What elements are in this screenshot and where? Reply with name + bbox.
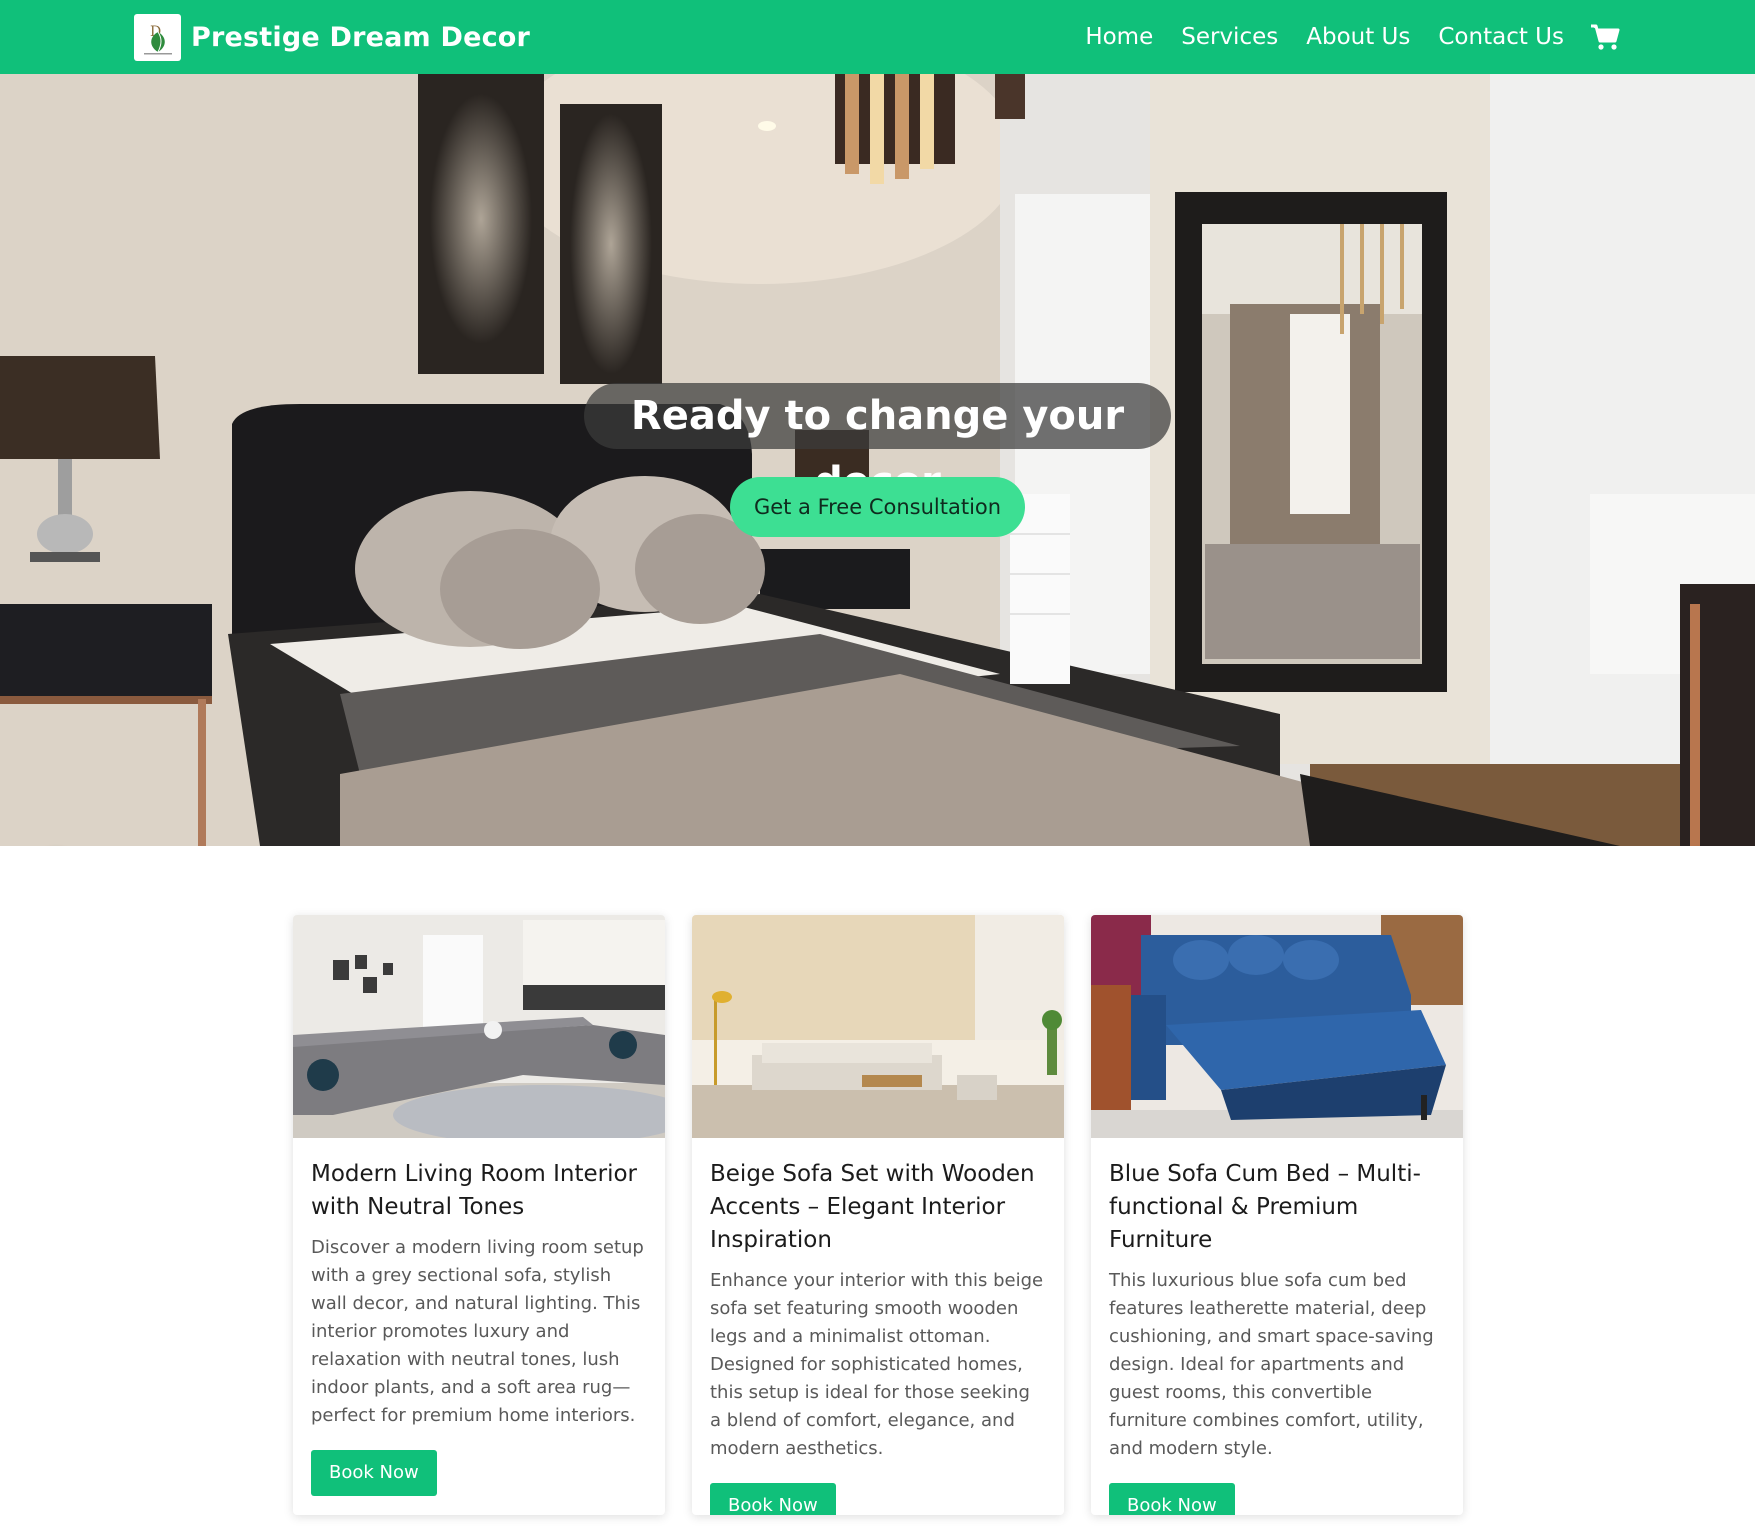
book-now-button[interactable]: Book Now: [1109, 1483, 1235, 1515]
card-description: Discover a modern living room setup with…: [311, 1237, 644, 1426]
brand-name: Prestige Dream Decor: [191, 22, 531, 53]
service-card: Modern Living Room Interior with Neutral…: [293, 915, 665, 1515]
book-now-button[interactable]: Book Now: [311, 1450, 437, 1496]
nav-home[interactable]: Home: [1085, 24, 1153, 50]
card-description: Enhance your interior with this beige so…: [710, 1270, 1044, 1459]
blue-sofa-bed-image: [1091, 915, 1463, 1138]
brand[interactable]: D Prestige Dream Decor: [134, 14, 530, 61]
card-title: Blue Sofa Cum Bed – Multi-functional & P…: [1109, 1161, 1421, 1253]
cart-icon[interactable]: [1590, 22, 1620, 52]
service-card: Blue Sofa Cum Bed – Multi-functional & P…: [1091, 915, 1463, 1515]
hero-banner: Ready to change your decor Get a Free Co…: [0, 74, 1755, 846]
top-navbar: D Prestige Dream Decor Home Services Abo…: [0, 0, 1755, 74]
book-now-button[interactable]: Book Now: [710, 1483, 836, 1515]
leaf-logo-icon: D: [134, 14, 181, 61]
nav-contact-us[interactable]: Contact Us: [1438, 24, 1564, 50]
beige-sofa-image: [692, 915, 1064, 1138]
living-room-image: [293, 915, 665, 1138]
nav-about-us[interactable]: About Us: [1306, 24, 1410, 50]
hero-title: Ready to change your decor: [584, 383, 1171, 505]
card-description: This luxurious blue sofa cum bed feature…: [1109, 1270, 1434, 1459]
free-consultation-button[interactable]: Get a Free Consultation: [730, 477, 1025, 537]
service-card: Beige Sofa Set with Wooden Accents – Ele…: [692, 915, 1064, 1515]
nav-services[interactable]: Services: [1181, 24, 1278, 50]
card-title: Modern Living Room Interior with Neutral…: [311, 1161, 638, 1220]
card-title: Beige Sofa Set with Wooden Accents – Ele…: [710, 1161, 1035, 1253]
nav-menu: Home Services About Us Contact Us: [1057, 0, 1755, 74]
